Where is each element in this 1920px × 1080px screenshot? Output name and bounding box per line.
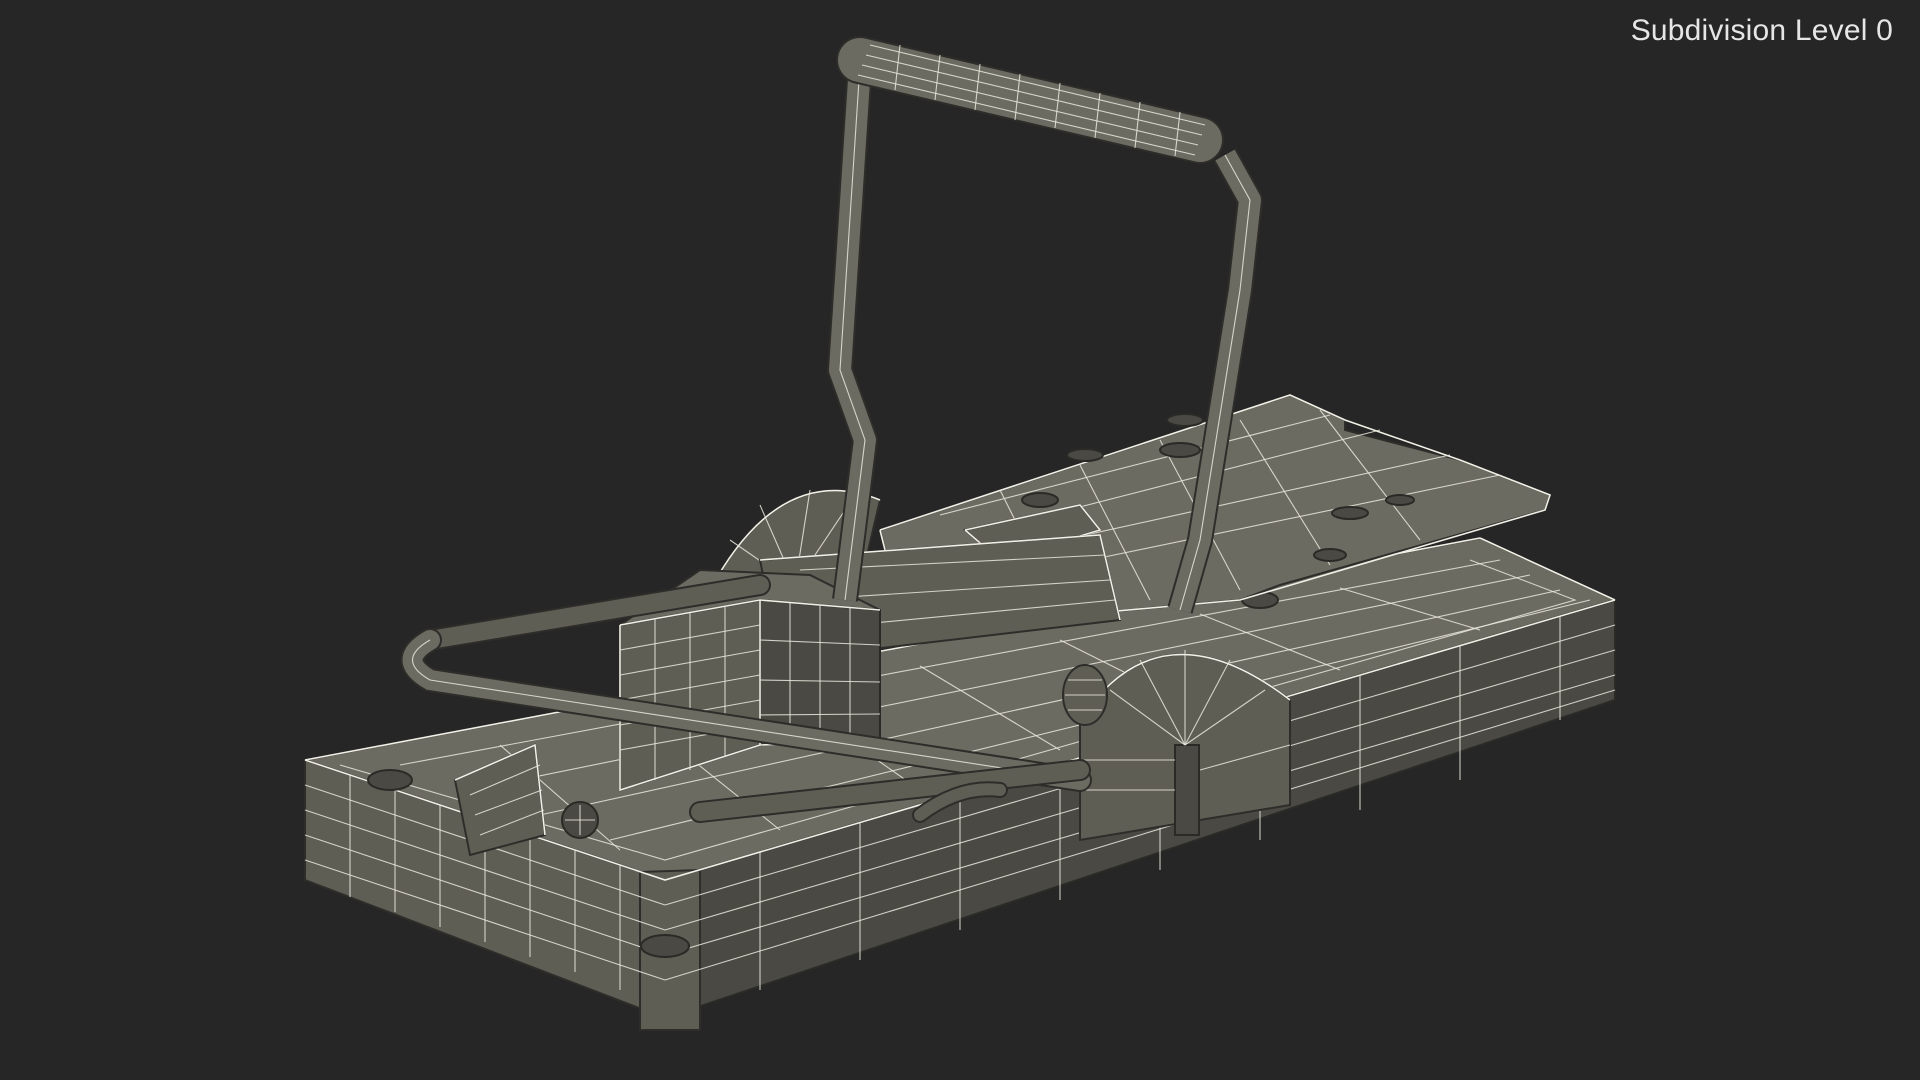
- mousetrap-wireframe-render: [301, 36, 1618, 1031]
- render-viewport: Subdivision Level 0: [0, 0, 1920, 1080]
- trap-spring-coil: [1062, 664, 1108, 726]
